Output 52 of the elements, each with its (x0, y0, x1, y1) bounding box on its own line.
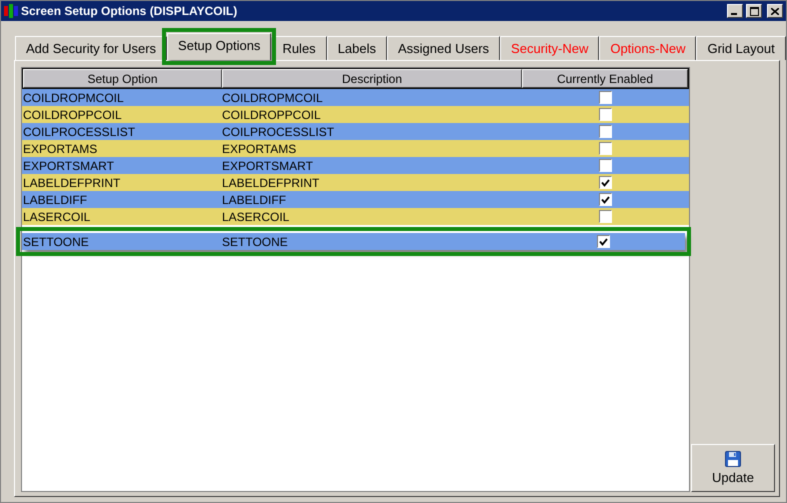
minimize-button[interactable] (727, 4, 743, 18)
update-button[interactable]: Update (691, 444, 775, 492)
table-cell-text: COILDROPPCOIL (22, 108, 123, 122)
table-cell-text: EXPORTAMS (221, 142, 298, 156)
tab[interactable]: Grid Layout (696, 36, 786, 60)
table-cell-text: LABELDEFPRINT (221, 176, 320, 190)
close-button[interactable] (767, 4, 783, 18)
checkbox[interactable] (598, 176, 612, 189)
table-cell-text: SETTOONE (22, 234, 90, 248)
checkbox[interactable] (598, 91, 612, 104)
tab[interactable]: Rules (271, 36, 327, 60)
tab[interactable]: Labels (326, 36, 387, 60)
table-cell-text: LABELDEFPRINT (22, 176, 122, 190)
table-cell-text: EXPORTSMART (221, 158, 314, 172)
tab[interactable]: Assigned Users (387, 36, 500, 60)
table-cell-text: EXPORTAMS (22, 142, 98, 156)
tab[interactable]: Add Security for Users (15, 36, 168, 60)
table-cell-text: LABELDIFF (22, 192, 88, 206)
column-header[interactable]: Description (222, 69, 522, 88)
checkbox[interactable] (598, 210, 612, 223)
table-cell-text: SETTOONE (221, 234, 289, 248)
table-row[interactable]: LASERCOIL LASERCOIL (22, 208, 689, 225)
table-cell-text: COILDROPMCOIL (221, 90, 324, 104)
app-icon (4, 4, 18, 18)
maximize-icon (750, 6, 758, 16)
column-header[interactable]: Currently Enabled (522, 69, 688, 88)
checkbox[interactable] (598, 159, 612, 172)
close-icon (771, 8, 779, 14)
checkbox[interactable] (598, 142, 612, 155)
column-header[interactable]: Setup Option (23, 69, 222, 88)
table-cell-text: LASERCOIL (22, 210, 92, 224)
table-row[interactable]: EXPORTSMART EXPORTSMART (22, 157, 689, 174)
table-row[interactable]: COILDROPPCOIL COILDROPPCOIL (22, 106, 689, 123)
table-cell-text: EXPORTSMART (22, 158, 115, 172)
table-row[interactable]: COILPROCESSLIST COILPROCESSLIST (22, 123, 689, 140)
table-row[interactable]: COILDROPMCOIL COILDROPMCOIL (22, 89, 689, 106)
window-title: Screen Setup Options (DISPLAYCOIL) (21, 4, 238, 18)
maximize-button[interactable] (746, 4, 762, 18)
table-row[interactable]: SETTOONE SETTOONE (22, 233, 685, 250)
checkbox[interactable] (598, 125, 612, 138)
table-row[interactable]: EXPORTAMS EXPORTAMS (22, 140, 689, 157)
table-cell-text: LASERCOIL (221, 210, 290, 224)
table-cell-text: COILDROPMCOIL (22, 90, 125, 104)
table-row[interactable]: LABELDEFPRINT LABELDEFPRINT (22, 174, 689, 191)
table-cell-text: COILPROCESSLIST (22, 124, 136, 138)
checkbox[interactable] (598, 193, 612, 206)
table-cell-text: COILDROPPCOIL (221, 108, 322, 122)
checkbox[interactable] (598, 108, 612, 121)
table-cell-text: LABELDIFF (221, 192, 288, 206)
table-row[interactable]: LABELDIFF LABELDIFF (22, 191, 689, 208)
checkbox[interactable] (596, 235, 610, 248)
table-cell-text: COILPROCESSLIST (221, 124, 336, 138)
